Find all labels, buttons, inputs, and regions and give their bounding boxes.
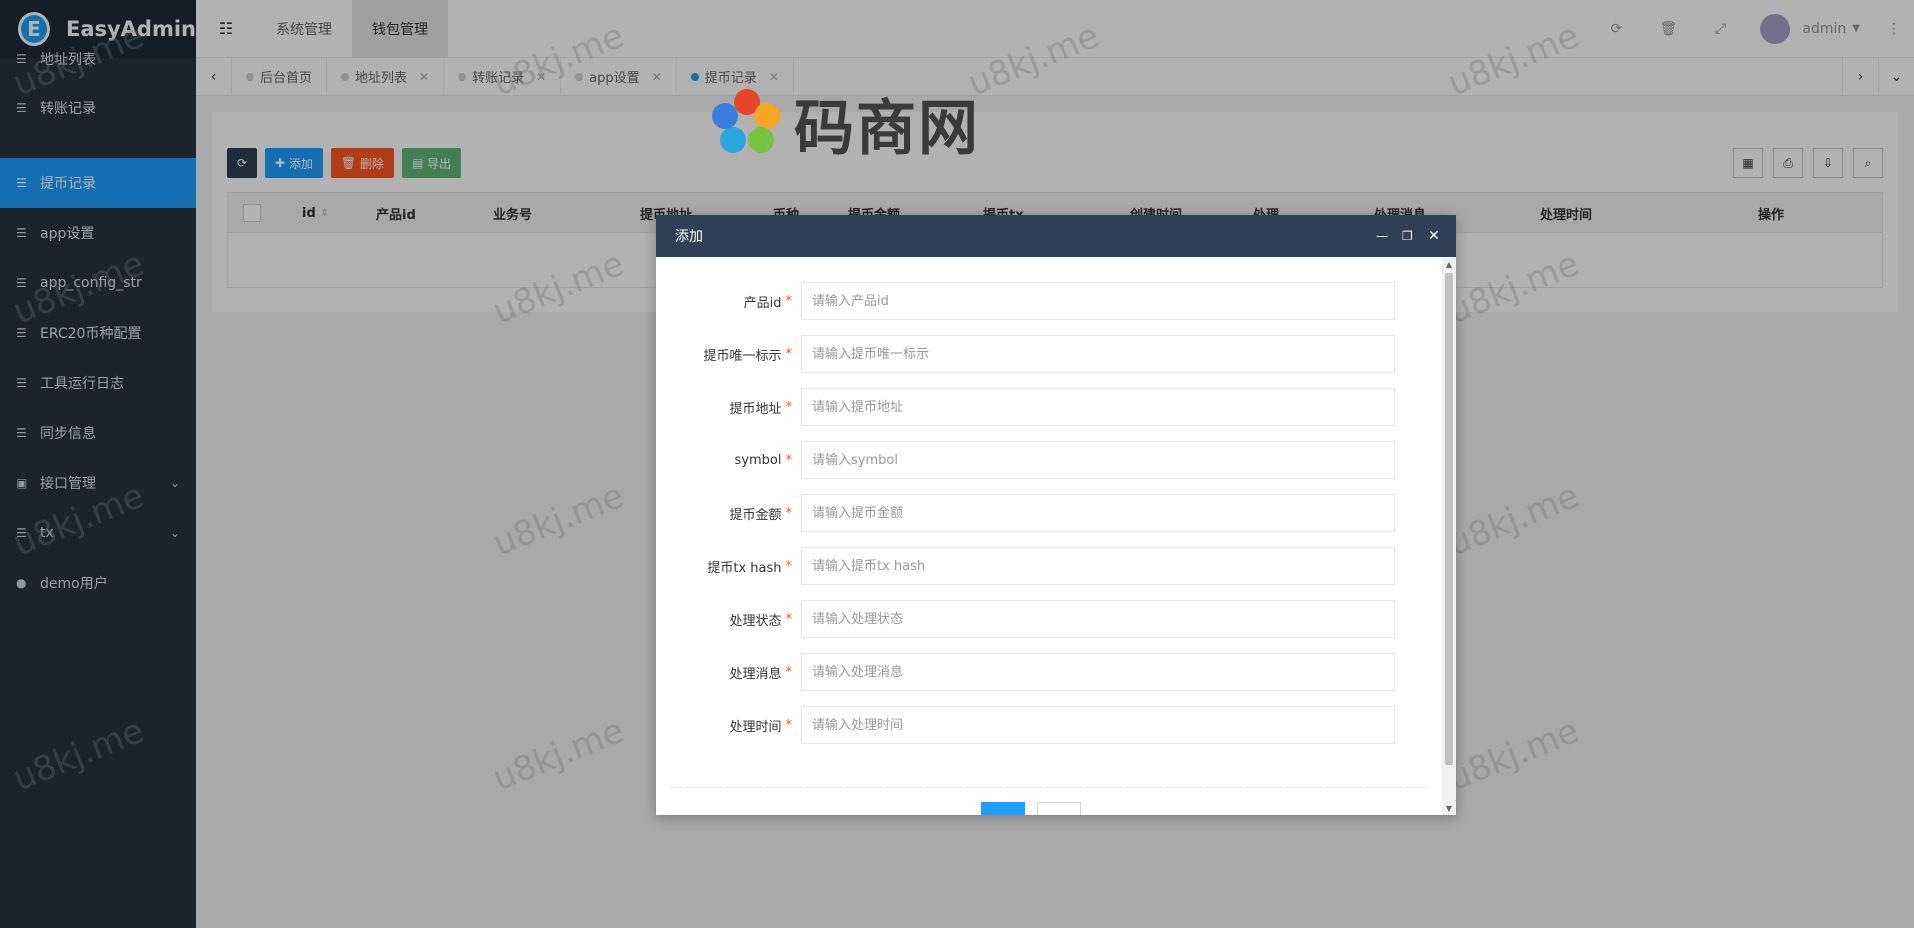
form-row-message: 处理消息 * (656, 653, 1442, 691)
field-label: 提币金额 * (729, 505, 792, 523)
field-label: 处理消息 * (729, 664, 792, 682)
field-label: symbol * (734, 452, 792, 468)
form-row-withdraw-uid: 提币唯一标示 * (656, 335, 1442, 373)
amount-input[interactable] (801, 494, 1395, 532)
field-label: 提币地址 * (729, 399, 792, 417)
tx-hash-input[interactable] (801, 547, 1395, 585)
form-row-address: 提币地址 * (656, 388, 1442, 426)
form-row-tx-hash: 提币tx hash * (656, 547, 1442, 585)
field-label: 提币唯一标示 * (703, 346, 792, 364)
maximize-icon[interactable]: ❐ (1402, 215, 1413, 257)
scrollbar-thumb[interactable] (1445, 273, 1453, 765)
form-row-handled-at: 处理时间 * (656, 706, 1442, 744)
scroll-up-icon[interactable]: ▲ (1442, 257, 1456, 271)
form-row-symbol: symbol * (656, 441, 1442, 479)
field-label: 处理时间 * (729, 717, 792, 735)
flower-logo-icon (712, 88, 782, 159)
reset-button[interactable] (1037, 802, 1081, 815)
field-label: 处理状态 * (729, 611, 792, 629)
brand-text: 码商网 (794, 94, 980, 164)
field-label: 提币tx hash * (707, 558, 792, 576)
form-row-amount: 提币金额 * (656, 494, 1442, 532)
minimize-icon[interactable]: — (1376, 215, 1388, 257)
modal-scrollbar[interactable]: ▲ ▼ (1442, 257, 1456, 815)
modal-form: 产品id* 提币唯一标示* 提币地址* symbol* 提币金额* 提币tx h… (656, 257, 1442, 815)
symbol-input[interactable] (801, 441, 1395, 479)
product-id-input[interactable] (801, 282, 1395, 320)
form-divider (670, 787, 1428, 788)
handled-at-input[interactable] (801, 706, 1395, 744)
address-input[interactable] (801, 388, 1395, 426)
withdraw-uid-input[interactable] (801, 335, 1395, 373)
message-input[interactable] (801, 653, 1395, 691)
form-row-status: 处理状态 * (656, 600, 1442, 638)
field-label: 产品id * (743, 293, 792, 311)
status-input[interactable] (801, 600, 1395, 638)
submit-button[interactable] (981, 802, 1025, 815)
brand-watermark: 码商网 (712, 80, 980, 167)
modal-title: 添加 (675, 229, 703, 245)
scroll-down-icon[interactable]: ▼ (1442, 801, 1456, 815)
add-modal: 添加 — ❐ ✕ 产品id* 提币唯一标示* 提币地址* symbol* 提币金… (656, 215, 1456, 815)
form-row-product-id: 产品id * (656, 282, 1442, 320)
close-icon[interactable]: ✕ (1428, 215, 1440, 257)
modal-title-bar[interactable]: 添加 — ❐ ✕ (656, 215, 1456, 257)
